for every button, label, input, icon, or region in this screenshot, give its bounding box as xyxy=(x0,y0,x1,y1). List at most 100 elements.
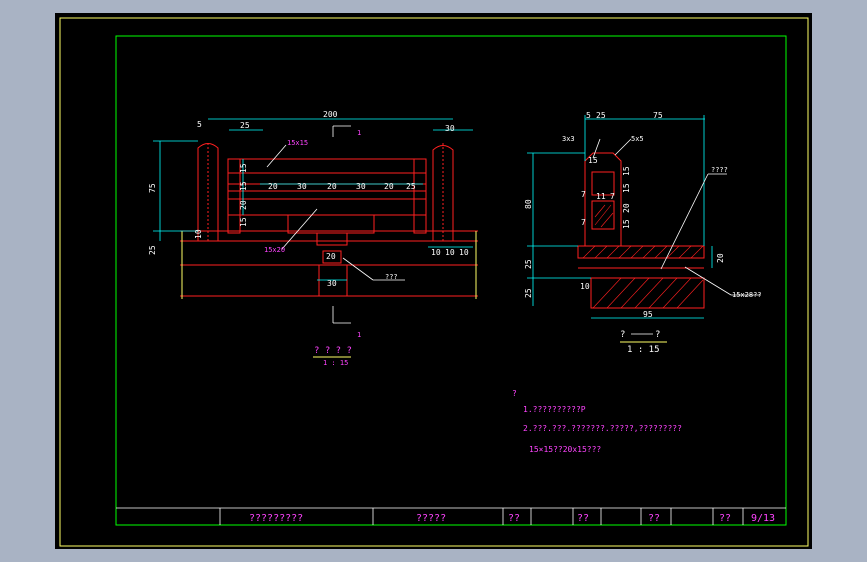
rail-height-3: 20 xyxy=(239,200,248,210)
bottom-rail xyxy=(227,198,427,216)
rail-height-1: 15 xyxy=(239,163,248,173)
title-cell-4: ?? xyxy=(577,513,589,524)
rail-spacing-2: 30 xyxy=(297,182,307,191)
hatch-18 xyxy=(648,277,678,309)
leader-side xyxy=(660,173,709,270)
title-cell-3: ?? xyxy=(508,513,520,524)
dim-post-right-label: 30 xyxy=(445,124,455,133)
sheet-number: 9/13 xyxy=(751,513,775,524)
side-inner-right-2: 15 xyxy=(622,183,631,193)
label-base: ??? xyxy=(385,273,398,281)
drawing-name: ????????? xyxy=(249,513,303,524)
side-inner-left-3: 7 xyxy=(581,218,586,227)
dim-post-left-label: 25 xyxy=(240,121,250,130)
notes-line-2: 2.???.???.???????.?????,????????? xyxy=(523,424,682,433)
hatch-8 xyxy=(630,245,644,259)
side-view-title-a: ? xyxy=(620,330,625,340)
front-view-scale: 1 : 15 xyxy=(323,359,348,367)
dim-height-25-label: 25 xyxy=(148,245,157,255)
title-cell-2: ????? xyxy=(416,513,446,524)
dim-total-label: 200 xyxy=(323,110,338,119)
title-block-text: ????????? ????? ?? ?? ?? ?? 9/13 xyxy=(249,513,775,524)
hatch-11 xyxy=(666,245,680,259)
side-dim-20-label: 20 xyxy=(716,253,725,263)
drawing-frame xyxy=(115,35,787,526)
notes: ? 1.??????????P 2.???.???.???????.?????,… xyxy=(512,389,682,454)
rail-spacing-5: 20 xyxy=(384,182,394,191)
inner-post-right xyxy=(413,158,427,234)
side-view-dim-text: 5 25 75 80 25 25 20 10 95 15 7 7 15 15 2… xyxy=(524,111,725,319)
base-block xyxy=(316,232,348,246)
hatch-19 xyxy=(662,277,692,309)
section-mark-top: 1 xyxy=(357,129,361,137)
dim-rail-left-label: 10 xyxy=(194,229,203,239)
notes-line-1: 1.??????????P xyxy=(523,405,586,414)
side-inner-right-1: 15 xyxy=(622,166,631,176)
hatch-15 xyxy=(606,277,636,309)
hatch-2 xyxy=(594,204,606,218)
side-inner-right-4: 15 xyxy=(622,219,631,229)
notes-line-3: 15×15??20x15??? xyxy=(529,445,601,454)
rail-spacing-3: 20 xyxy=(327,182,337,191)
title-cell-6: ?? xyxy=(719,513,731,524)
rail-height-2: 15 xyxy=(239,181,248,191)
hatch-10 xyxy=(654,245,668,259)
side-dim-75: 75 xyxy=(653,111,663,120)
hatch-20 xyxy=(676,279,704,309)
leader-slab xyxy=(684,266,732,296)
section-mark-bottom: 1 xyxy=(357,331,361,339)
side-inner-mid-1: 11 xyxy=(596,192,606,201)
side-dim-10: 10 xyxy=(580,282,590,291)
rail-spacing-4: 30 xyxy=(356,182,366,191)
label-chamfer-right: 5x5 xyxy=(631,135,644,143)
leader-chamfer-right xyxy=(614,138,632,156)
side-dim-80: 80 xyxy=(524,199,533,209)
hatch-6 xyxy=(606,245,620,259)
hatch-14 xyxy=(592,277,622,309)
bottom-dim-3: 10 xyxy=(459,248,469,257)
title-block xyxy=(116,507,786,525)
side-dim-25-a: 25 xyxy=(524,259,533,269)
rail-height-4: 15 xyxy=(239,217,248,227)
hatch-13 xyxy=(690,245,704,259)
front-view xyxy=(180,143,478,299)
bottom-dim-1: 10 xyxy=(431,248,441,257)
hatch-9 xyxy=(642,245,656,259)
label-chamfer-left: 3x3 xyxy=(562,135,575,143)
front-view-title: ? ? ? ? xyxy=(314,346,352,356)
notes-heading: ? xyxy=(512,389,517,398)
hatch-5 xyxy=(594,245,608,259)
rail-spacing-1: 20 xyxy=(268,182,278,191)
side-dim-25-b: 25 xyxy=(524,288,533,298)
rail-spacing-6: 25 xyxy=(406,182,416,191)
outer-border xyxy=(59,17,809,547)
label-slab: 15x28?? xyxy=(732,291,762,299)
side-view-dimensions xyxy=(527,115,713,319)
side-view-scale: 1 : 15 xyxy=(627,345,660,355)
dim-20-label: 20 xyxy=(326,252,336,261)
hatch-16 xyxy=(620,277,650,309)
hatch-17 xyxy=(634,277,664,309)
dim-30-label: 30 xyxy=(327,279,337,288)
side-dim-25: 25 xyxy=(596,111,606,120)
side-dim-95-label: 95 xyxy=(643,310,653,319)
label-rail-bottom: 15x20 xyxy=(264,246,285,254)
plinth xyxy=(287,214,375,234)
hatch-1 xyxy=(594,204,612,226)
dim-top-label: 5 xyxy=(197,120,202,129)
leader-rail-top xyxy=(266,144,287,168)
label-side-leader: ???? xyxy=(711,166,728,174)
dim-height-75-label: 75 xyxy=(148,183,157,193)
hatch-7 xyxy=(618,245,632,259)
bottom-dim-2: 10 xyxy=(445,248,455,257)
hatch-12 xyxy=(678,245,692,259)
hatch-4 xyxy=(582,245,596,259)
front-view-labels: 15x15 15x20 ??? 1 1 ? ? ? ? 1 : 15 xyxy=(264,129,398,367)
side-inner-mid-2: 7 xyxy=(610,192,615,201)
cad-drawing: 200 25 30 5 75 25 10 20 30 20 30 20 25 1… xyxy=(59,17,809,547)
title-cell-5: ?? xyxy=(648,513,660,524)
drawing-sheet: 200 25 30 5 75 25 10 20 30 20 30 20 25 1… xyxy=(55,13,812,549)
side-inner-right-3: 20 xyxy=(622,203,631,213)
side-view-leaders xyxy=(592,138,761,296)
side-view-title-b: ? xyxy=(655,330,660,340)
